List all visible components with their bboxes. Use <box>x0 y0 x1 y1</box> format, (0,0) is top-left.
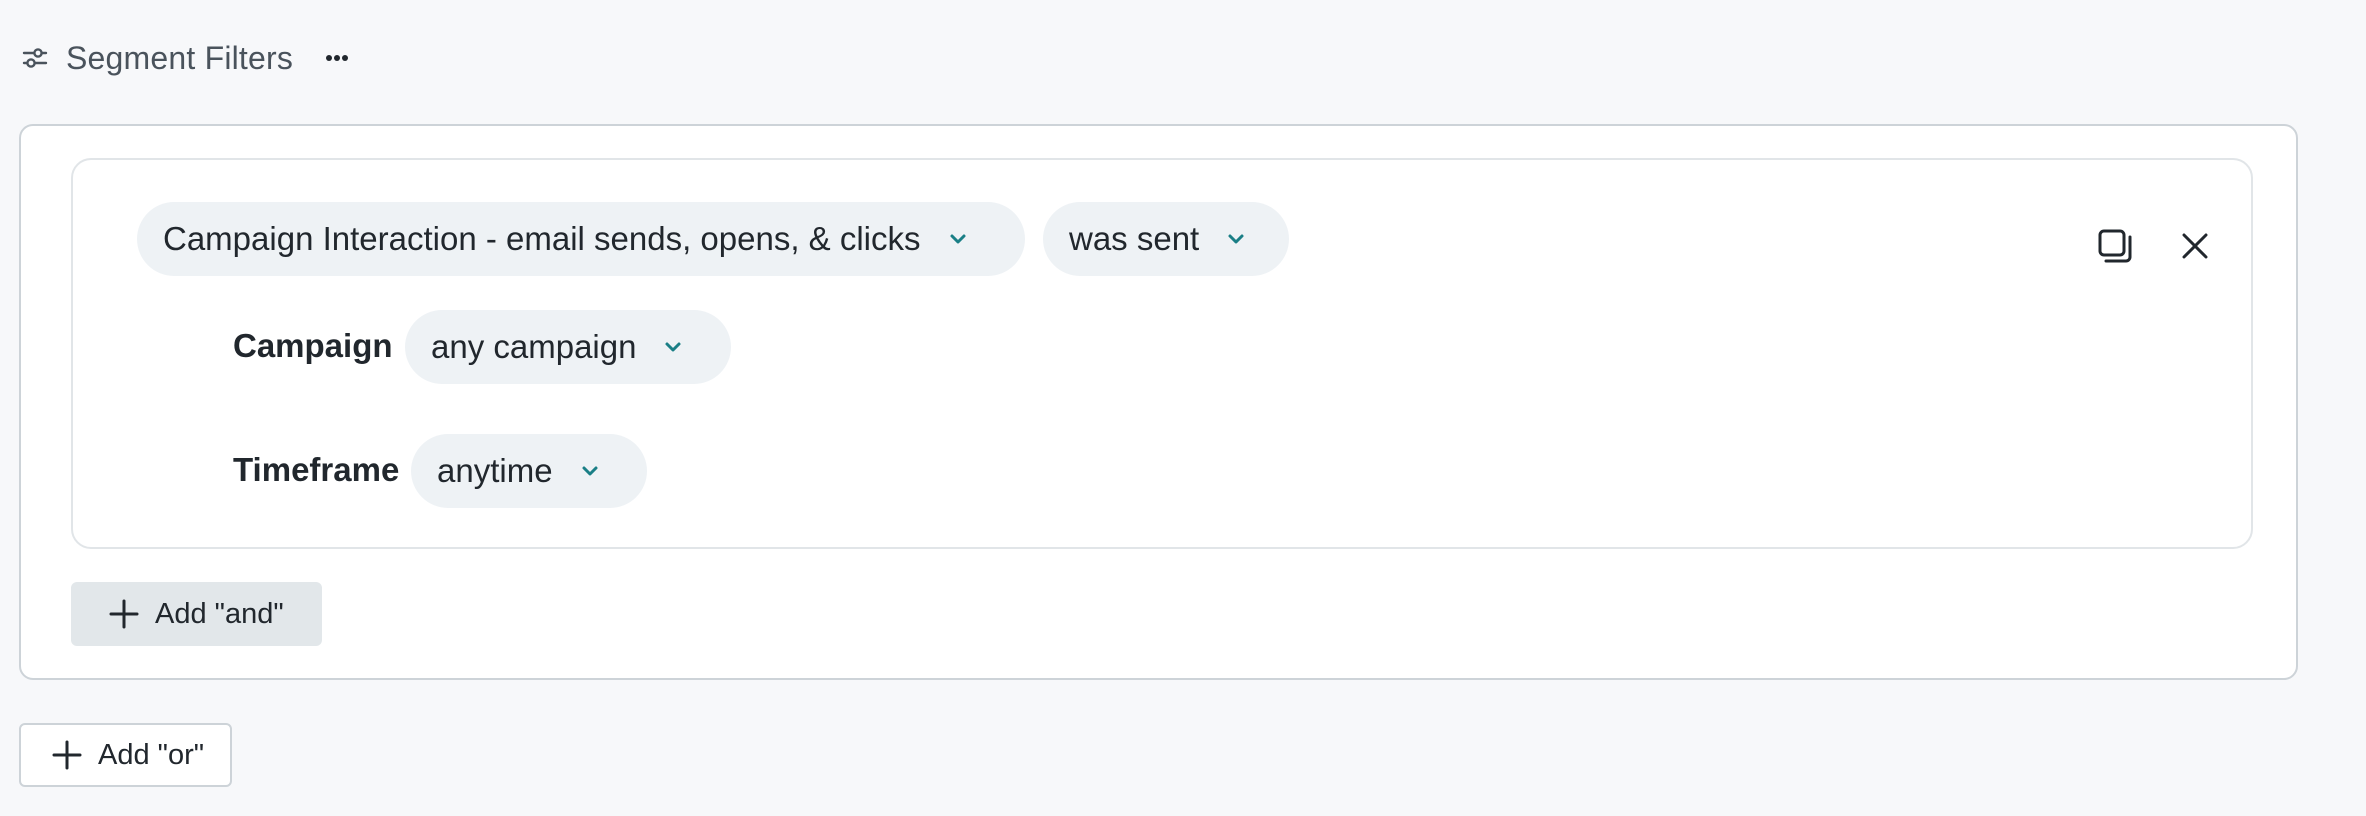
chevron-down-icon <box>949 233 967 245</box>
event-select-value: Campaign Interaction - email sends, open… <box>163 220 921 257</box>
operator-select[interactable]: was sent <box>1043 202 1289 276</box>
add-or-label: Add "or" <box>98 738 205 771</box>
copy-icon <box>2098 229 2132 263</box>
chevron-down-icon <box>664 341 682 353</box>
campaign-select[interactable]: any campaign <box>405 310 731 384</box>
condition-card: Campaign Interaction - email sends, open… <box>71 158 2253 549</box>
or-group-card: Campaign Interaction - email sends, open… <box>19 124 2298 680</box>
plus-icon <box>109 599 139 629</box>
sliders-icon <box>20 43 50 73</box>
add-and-label: Add "and" <box>155 597 284 630</box>
event-select[interactable]: Campaign Interaction - email sends, open… <box>137 202 1025 276</box>
operator-select-value: was sent <box>1069 220 1200 257</box>
plus-icon <box>52 740 82 770</box>
remove-condition-button[interactable] <box>2171 222 2219 270</box>
more-options-button[interactable] <box>319 40 355 76</box>
page-title: Segment Filters <box>66 39 294 76</box>
chevron-down-icon <box>581 465 599 477</box>
duplicate-condition-button[interactable] <box>2091 222 2139 270</box>
ellipsis-icon <box>326 55 349 61</box>
campaign-select-value: any campaign <box>431 328 637 365</box>
add-or-button[interactable]: Add "or" <box>19 723 232 787</box>
chevron-down-icon <box>1227 233 1245 245</box>
campaign-label: Campaign <box>233 327 393 364</box>
segment-filters-header: Segment Filters <box>20 30 355 86</box>
add-and-button[interactable]: Add "and" <box>71 582 322 646</box>
close-icon <box>2182 233 2208 259</box>
timeframe-label: Timeframe <box>233 451 400 488</box>
timeframe-select-value: anytime <box>437 452 553 489</box>
timeframe-select[interactable]: anytime <box>411 434 647 508</box>
